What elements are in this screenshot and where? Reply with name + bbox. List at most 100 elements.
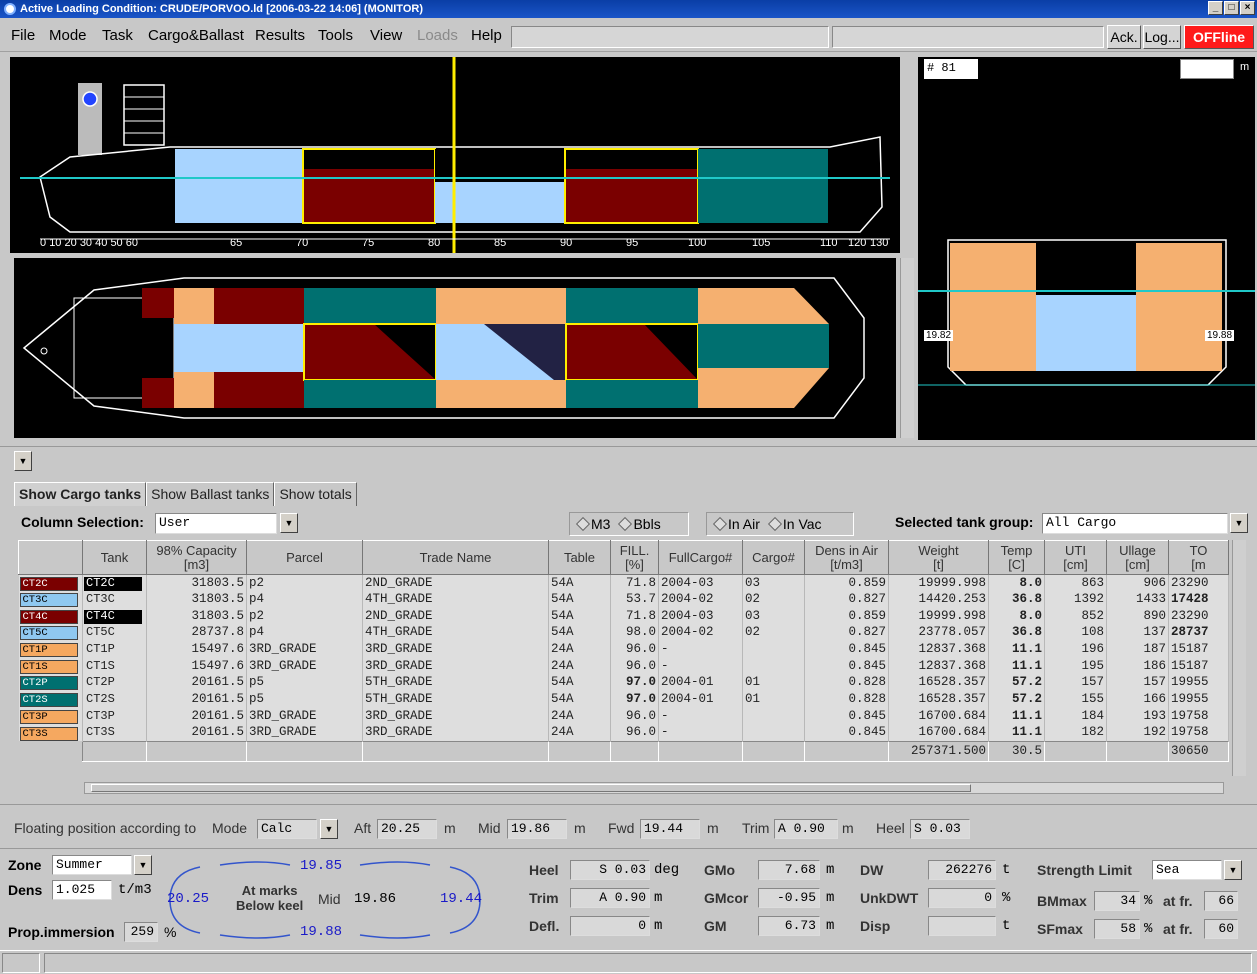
floating-mode-select[interactable]: Calc	[257, 819, 317, 839]
plan-view-scrollbar[interactable]	[900, 258, 914, 438]
menu-tools[interactable]: Tools	[318, 27, 353, 44]
table-row[interactable]: CT3P CT3P 20161.5 3RD_GRADE 3RD_GRADE 24A 96.0…	[18, 708, 1229, 725]
cell-parcel[interactable]: 3RD_GRADE	[246, 657, 363, 675]
radio-m3[interactable]: M3	[575, 516, 610, 532]
table-row[interactable]: CT3S CT3S 20161.5 3RD_GRADE 3RD_GRADE 24A 96.0…	[18, 724, 1229, 742]
close-icon[interactable]: ×	[1240, 1, 1255, 15]
table-row[interactable]: CT3C CT3C 31803.5 p4 4TH_GRADE 54A 53.7 2004-02…	[18, 591, 1229, 608]
cell-trade[interactable]: 3RD_GRADE	[362, 708, 549, 725]
table-row[interactable]: CT1S CT1S 15497.6 3RD_GRADE 3RD_GRADE 24A 96.0…	[18, 657, 1229, 675]
zone-select[interactable]: Summer	[52, 855, 132, 875]
cell-tank[interactable]: CT3P	[82, 708, 147, 725]
cell-tank[interactable]: CT3C	[82, 591, 147, 608]
cell-table[interactable]: 54A	[548, 574, 611, 592]
cell-temp[interactable]: 36.8	[988, 624, 1045, 642]
cell-cargo[interactable]: 03	[742, 607, 805, 625]
cell-parcel[interactable]: p5	[246, 674, 363, 692]
table-horizontal-scrollbar[interactable]	[84, 782, 1224, 794]
cell-fill[interactable]: 96.0	[610, 641, 659, 658]
cell-cap[interactable]: 20161.5	[146, 691, 247, 708]
dens-field[interactable]: 1.025	[52, 880, 112, 900]
cell-trade[interactable]: 3RD_GRADE	[362, 641, 549, 658]
col-header-weight[interactable]: Weight [t]	[888, 540, 989, 575]
cell-uti[interactable]: 196	[1044, 641, 1107, 658]
cell-parcel[interactable]: 3RD_GRADE	[246, 724, 363, 742]
cell-cargo[interactable]: 02	[742, 624, 805, 642]
cell-uti[interactable]: 155	[1044, 691, 1107, 708]
table-row[interactable]: CT2S CT2S 20161.5 p5 5TH_GRADE 54A 97.0 2004-01…	[18, 691, 1229, 708]
cell-table[interactable]: 54A	[548, 591, 611, 608]
cell-table[interactable]: 54A	[548, 674, 611, 692]
cell-cargo[interactable]	[742, 708, 805, 725]
cell-table[interactable]: 24A	[548, 708, 611, 725]
col-header-parcel[interactable]: Parcel	[246, 540, 363, 575]
cell-ullage[interactable]: 1433	[1106, 591, 1169, 608]
maximize-icon[interactable]: □	[1224, 1, 1239, 15]
cell-ullage[interactable]: 186	[1106, 657, 1169, 675]
cell-parcel[interactable]: p2	[246, 607, 363, 625]
cell-dens[interactable]: 0.845	[804, 641, 889, 658]
col-header-to[interactable]: TO [m	[1168, 540, 1229, 575]
cell-tag[interactable]: CT1S	[18, 657, 83, 675]
cell-to[interactable]: 19955	[1168, 674, 1229, 692]
cell-to[interactable]: 23290	[1168, 574, 1229, 592]
cell-ullage[interactable]: 193	[1106, 708, 1169, 725]
cell-table[interactable]: 54A	[548, 607, 611, 625]
cell-trade[interactable]: 5TH_GRADE	[362, 691, 549, 708]
plan-view[interactable]	[14, 258, 896, 438]
column-selection-dropdown-button[interactable]: ▼	[280, 513, 298, 533]
cell-temp[interactable]: 8.0	[988, 574, 1045, 592]
cell-to[interactable]: 17428	[1168, 591, 1229, 608]
cell-full[interactable]: -	[658, 641, 743, 658]
cell-to[interactable]: 15187	[1168, 641, 1229, 658]
cell-trade[interactable]: 2ND_GRADE	[362, 574, 549, 592]
cell-dens[interactable]: 0.845	[804, 724, 889, 742]
cell-full[interactable]: 2004-01	[658, 674, 743, 692]
cell-cargo[interactable]: 01	[742, 674, 805, 692]
cell-trade[interactable]: 3RD_GRADE	[362, 724, 549, 742]
cell-weight[interactable]: 12837.368	[888, 657, 989, 675]
cell-tank[interactable]: CT5C	[82, 624, 147, 642]
cell-temp[interactable]: 11.1	[988, 708, 1045, 725]
cell-tag[interactable]: CT4C	[18, 607, 83, 625]
cell-temp[interactable]: 8.0	[988, 607, 1045, 625]
cell-weight[interactable]: 12837.368	[888, 641, 989, 658]
cell-weight[interactable]: 19999.998	[888, 607, 989, 625]
cell-weight[interactable]: 23778.057	[888, 624, 989, 642]
tab-ballast-tanks[interactable]: Show Ballast tanks	[146, 482, 275, 506]
cell-uti[interactable]: 1392	[1044, 591, 1107, 608]
cell-to[interactable]: 15187	[1168, 657, 1229, 675]
tank-group-dropdown-button[interactable]: ▼	[1230, 513, 1248, 533]
cell-dens[interactable]: 0.827	[804, 591, 889, 608]
cell-uti[interactable]: 184	[1044, 708, 1107, 725]
radio-in-air[interactable]: In Air	[712, 516, 760, 532]
col-header-fullcargo[interactable]: FullCargo#	[658, 540, 743, 575]
col-header-uti[interactable]: UTI [cm]	[1044, 540, 1107, 575]
cell-dens[interactable]: 0.827	[804, 624, 889, 642]
cell-table[interactable]: 24A	[548, 657, 611, 675]
cell-cap[interactable]: 15497.6	[146, 657, 247, 675]
table-horizontal-scroll-thumb[interactable]	[91, 784, 971, 792]
cell-tag[interactable]: CT5C	[18, 624, 83, 642]
cell-parcel[interactable]: p2	[246, 574, 363, 592]
cell-ullage[interactable]: 906	[1106, 574, 1169, 592]
col-header-table[interactable]: Table	[548, 540, 611, 575]
cell-full[interactable]: 2004-03	[658, 607, 743, 625]
cell-cargo[interactable]: 03	[742, 574, 805, 592]
cell-full[interactable]: -	[658, 708, 743, 725]
cell-cargo[interactable]	[742, 641, 805, 658]
cell-table[interactable]: 54A	[548, 691, 611, 708]
cell-uti[interactable]: 157	[1044, 674, 1107, 692]
col-header-density[interactable]: Dens in Air [t/m3]	[804, 540, 889, 575]
cell-parcel[interactable]: 3RD_GRADE	[246, 641, 363, 658]
cell-fill[interactable]: 71.8	[610, 574, 659, 592]
col-header-ullage[interactable]: Ullage [cm]	[1106, 540, 1169, 575]
cell-trade[interactable]: 5TH_GRADE	[362, 674, 549, 692]
col-header-temp[interactable]: Temp [C]	[988, 540, 1045, 575]
cell-uti[interactable]: 182	[1044, 724, 1107, 742]
tab-totals[interactable]: Show totals	[274, 482, 357, 506]
cell-tag[interactable]: CT1P	[18, 641, 83, 658]
cell-cargo[interactable]	[742, 724, 805, 742]
cell-table[interactable]: 54A	[548, 624, 611, 642]
zone-dropdown-button[interactable]: ▼	[134, 855, 152, 875]
